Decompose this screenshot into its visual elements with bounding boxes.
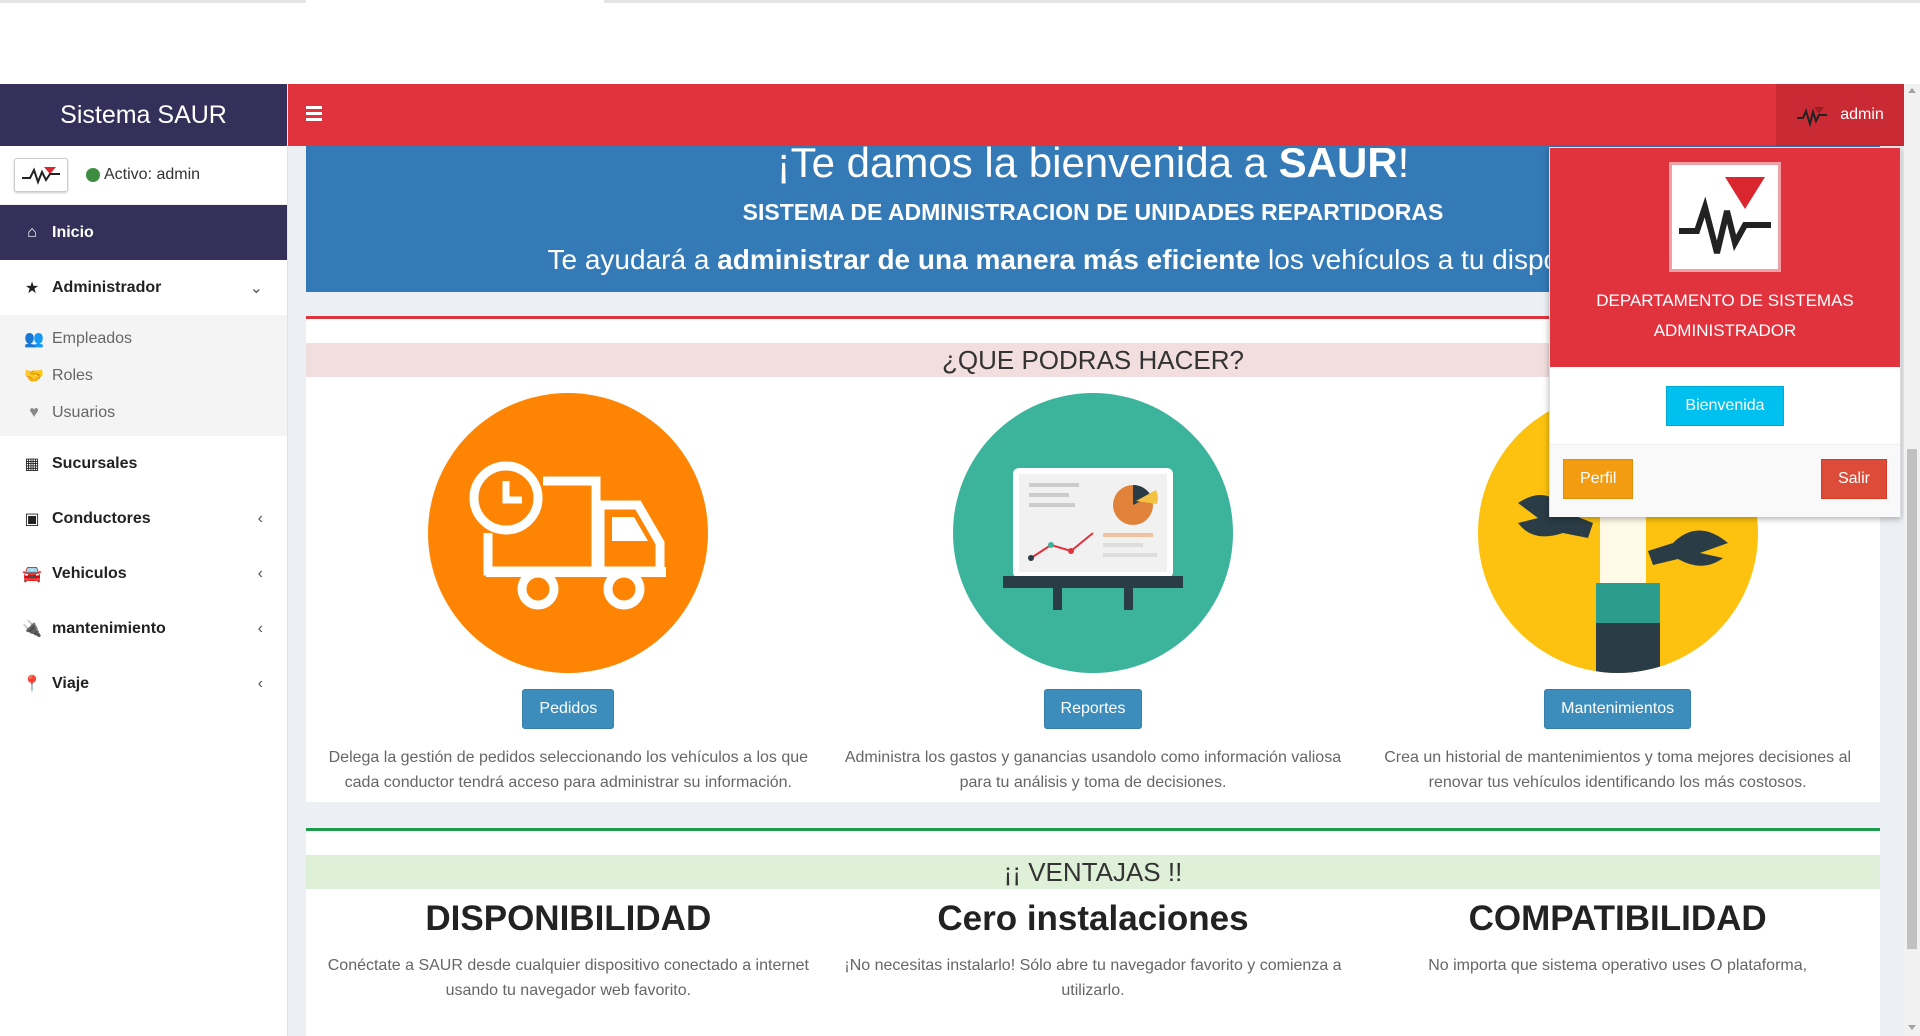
- advantage-item: DISPONIBILIDAD Conéctate a SAUR desde cu…: [306, 899, 831, 1003]
- advantages-box: ¡¡ VENTAJAS !! DISPONIBILIDAD Conéctate …: [306, 828, 1880, 1036]
- company-logo: [14, 158, 68, 192]
- handshake-icon: 🤝: [24, 367, 44, 385]
- id-card-icon: ▣: [24, 510, 40, 528]
- sidebar-item-viaje[interactable]: 📍 Viaje ‹: [0, 656, 287, 711]
- feature-card-reportes: Reportes Administra los gastos y gananci…: [831, 379, 1356, 795]
- sidebar-item-label: Sucursales: [52, 454, 138, 472]
- chevron-left-icon: ‹: [257, 509, 263, 527]
- sidebar-subitem-roles[interactable]: 🤝 Roles: [0, 357, 287, 394]
- administrador-submenu: 👥 Empleados 🤝 Roles ♥ Usuarios: [0, 315, 287, 436]
- user-dropdown-body: Bienvenida: [1550, 367, 1900, 445]
- chevron-left-icon: ‹: [257, 619, 263, 637]
- users-icon: 👥: [24, 330, 44, 348]
- feature-description: Crea un historial de mantenimientos y to…: [1384, 749, 1852, 791]
- sidebar-item-vehiculos[interactable]: 🚘 Vehiculos ‹: [0, 546, 287, 601]
- user-status-label: Activo: admin: [104, 166, 201, 183]
- map-marker-icon: 📍: [22, 675, 42, 693]
- sidebar-item-label: Administrador: [52, 278, 162, 296]
- sidebar: Sistema SAUR Activo: admin ⌂ Inicio ★ Ad…: [0, 84, 288, 1036]
- user-status: Activo: admin: [86, 166, 200, 184]
- advantage-text: No importa que sistema operativo uses O …: [1428, 957, 1808, 974]
- feature-description: Administra los gastos y ganancias usando…: [844, 749, 1342, 791]
- car-icon: 🚘: [22, 565, 42, 583]
- user-panel: Activo: admin: [0, 146, 287, 205]
- logout-button[interactable]: Salir: [1820, 459, 1887, 499]
- user-dropdown-footer: Perfil Salir: [1550, 445, 1900, 517]
- reportes-button[interactable]: Reportes: [1043, 689, 1143, 729]
- sidebar-subitem-empleados[interactable]: 👥 Empleados: [0, 320, 287, 357]
- advantage-title: DISPONIBILIDAD: [425, 899, 712, 938]
- menu-toggle-icon[interactable]: [306, 106, 322, 124]
- scroll-down-icon[interactable]: [1908, 1025, 1916, 1030]
- star-icon: ★: [24, 279, 40, 297]
- sidebar-item-label: mantenimiento: [52, 619, 166, 637]
- advantage-title: Cero instalaciones: [937, 899, 1249, 938]
- user-dropdown-menu: DEPARTAMENTO DE SISTEMAS ADMINISTRADOR B…: [1549, 147, 1901, 517]
- home-icon: ⌂: [27, 223, 37, 241]
- advantage-item: COMPATIBILIDAD No importa que sistema op…: [1355, 899, 1880, 1003]
- heart-icon: ♥: [29, 403, 39, 421]
- profile-button[interactable]: Perfil: [1563, 459, 1634, 499]
- plug-icon: 🔌: [22, 620, 42, 638]
- advantages-heading: ¡¡ VENTAJAS !!: [306, 855, 1880, 889]
- delivery-truck-icon: [428, 393, 709, 673]
- sidebar-item-label: Inicio: [52, 223, 94, 241]
- sidebar-subitem-usuarios[interactable]: ♥ Usuarios: [0, 394, 287, 431]
- user-role: ADMINISTRADOR: [1653, 321, 1797, 340]
- user-menu-label: admin: [1840, 106, 1884, 123]
- presentation-board-icon: [952, 393, 1233, 673]
- top-navbar: admin: [288, 84, 1904, 146]
- department-name: DEPARTAMENTO DE SISTEMAS: [1596, 291, 1854, 310]
- sidebar-subitem-label: Roles: [52, 366, 93, 384]
- online-dot-icon: [86, 168, 100, 182]
- browser-chrome: [0, 0, 1920, 84]
- advantage-title: COMPATIBILIDAD: [1468, 899, 1767, 938]
- sidebar-item-administrador[interactable]: ★ Administrador ⌄: [0, 260, 287, 315]
- department-logo: [1669, 162, 1781, 272]
- mantenimientos-button[interactable]: Mantenimientos: [1544, 689, 1692, 729]
- bienvenida-button[interactable]: Bienvenida: [1666, 385, 1784, 426]
- sidebar-item-label: Vehiculos: [52, 564, 127, 582]
- user-menu-button[interactable]: admin: [1776, 84, 1904, 146]
- chevron-down-icon: ⌄: [249, 279, 263, 297]
- sidebar-item-label: Conductores: [52, 509, 151, 527]
- user-dropdown-header: DEPARTAMENTO DE SISTEMAS ADMINISTRADOR: [1550, 148, 1900, 367]
- advantage-text: Conéctate a SAUR desde cualquier disposi…: [327, 957, 809, 999]
- advantage-item: Cero instalaciones ¡No necesitas instala…: [831, 899, 1356, 1003]
- sidebar-subitem-label: Usuarios: [52, 403, 116, 421]
- app-title[interactable]: Sistema SAUR: [0, 84, 287, 146]
- scrollbar-thumb[interactable]: [1907, 449, 1917, 949]
- chevron-left-icon: ‹: [257, 564, 263, 582]
- sidebar-item-sucursales[interactable]: ▦ Sucursales: [0, 436, 287, 491]
- sidebar-item-conductores[interactable]: ▣ Conductores ‹: [0, 491, 287, 546]
- chevron-left-icon: ‹: [257, 674, 263, 692]
- advantage-text: ¡No necesitas instalarlo! Sólo abre tu n…: [844, 957, 1342, 999]
- sidebar-item-inicio[interactable]: ⌂ Inicio: [0, 205, 287, 260]
- page-scrollbar[interactable]: [1904, 84, 1920, 1036]
- pedidos-button[interactable]: Pedidos: [522, 689, 615, 729]
- sidebar-item-mantenimiento[interactable]: 🔌 mantenimiento ‹: [0, 601, 287, 656]
- scroll-up-icon[interactable]: [1908, 88, 1916, 93]
- sidebar-item-label: Viaje: [52, 674, 90, 692]
- user-logo-icon: [1797, 107, 1828, 127]
- feature-description: Delega la gestión de pedidos seleccionan…: [328, 749, 809, 791]
- feature-card-pedidos: Pedidos Delega la gestión de pedidos sel…: [306, 379, 831, 795]
- building-icon: ▦: [24, 455, 40, 473]
- sidebar-subitem-label: Empleados: [52, 329, 133, 347]
